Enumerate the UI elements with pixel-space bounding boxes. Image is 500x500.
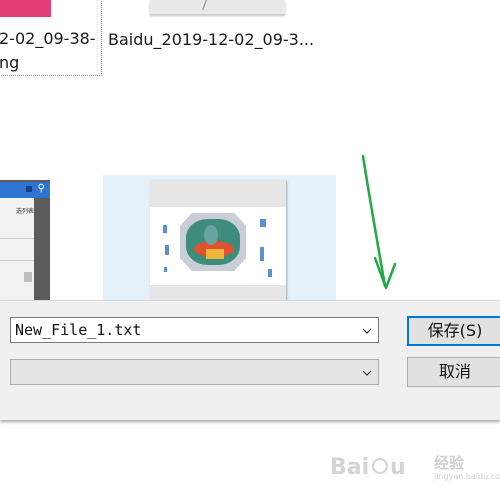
filename-value[interactable]: New_File_1.txt xyxy=(15,318,141,342)
file-thumbnail xyxy=(0,0,51,17)
baidu-logo-icon: Bai u xyxy=(330,455,406,480)
file-name-line1: 2-02_09-38- xyxy=(0,29,96,48)
chevron-down-icon[interactable] xyxy=(362,368,372,378)
file-thumbnail[interactable] xyxy=(150,0,285,15)
watermark: Bai u 经验 jingyan.baidu.com xyxy=(330,446,500,490)
file-thumbnail[interactable]: ⚲ 选列表 xyxy=(0,180,50,300)
file-item[interactable]: 2-02_09-38- ng xyxy=(0,0,102,76)
cancel-button[interactable]: 取消 xyxy=(407,357,500,387)
filetype-select[interactable] xyxy=(10,359,379,385)
file-name[interactable]: Baidu_2019-12-02_09-3... xyxy=(108,28,314,52)
image-preview xyxy=(180,213,246,271)
watermark-suffix: 经验 xyxy=(434,454,465,472)
filename-combobox[interactable]: New_File_1.txt xyxy=(10,317,379,343)
save-button[interactable]: 保存(S) xyxy=(407,316,500,346)
svg-text:Bai: Bai xyxy=(330,455,369,480)
save-options-bar: New_File_1.txt 保存(S) 取消 xyxy=(0,300,500,420)
save-file-dialog: 2-02_09-38- ng Baidu_2019-12-02_09-3... … xyxy=(0,0,500,500)
file-item-selected[interactable] xyxy=(103,175,336,300)
thumbnail-caption: 选列表 xyxy=(16,208,35,215)
search-icon: ⚲ xyxy=(37,183,45,194)
svg-text:u: u xyxy=(390,455,406,480)
file-thumbnail xyxy=(150,180,286,300)
watermark-url: jingyan.baidu.com xyxy=(434,472,500,481)
file-list-area[interactable]: 2-02_09-38- ng Baidu_2019-12-02_09-3... … xyxy=(0,0,500,300)
chevron-down-icon[interactable] xyxy=(362,326,372,336)
file-name-line2: ng xyxy=(0,53,20,72)
green-arrow-icon xyxy=(361,154,397,290)
